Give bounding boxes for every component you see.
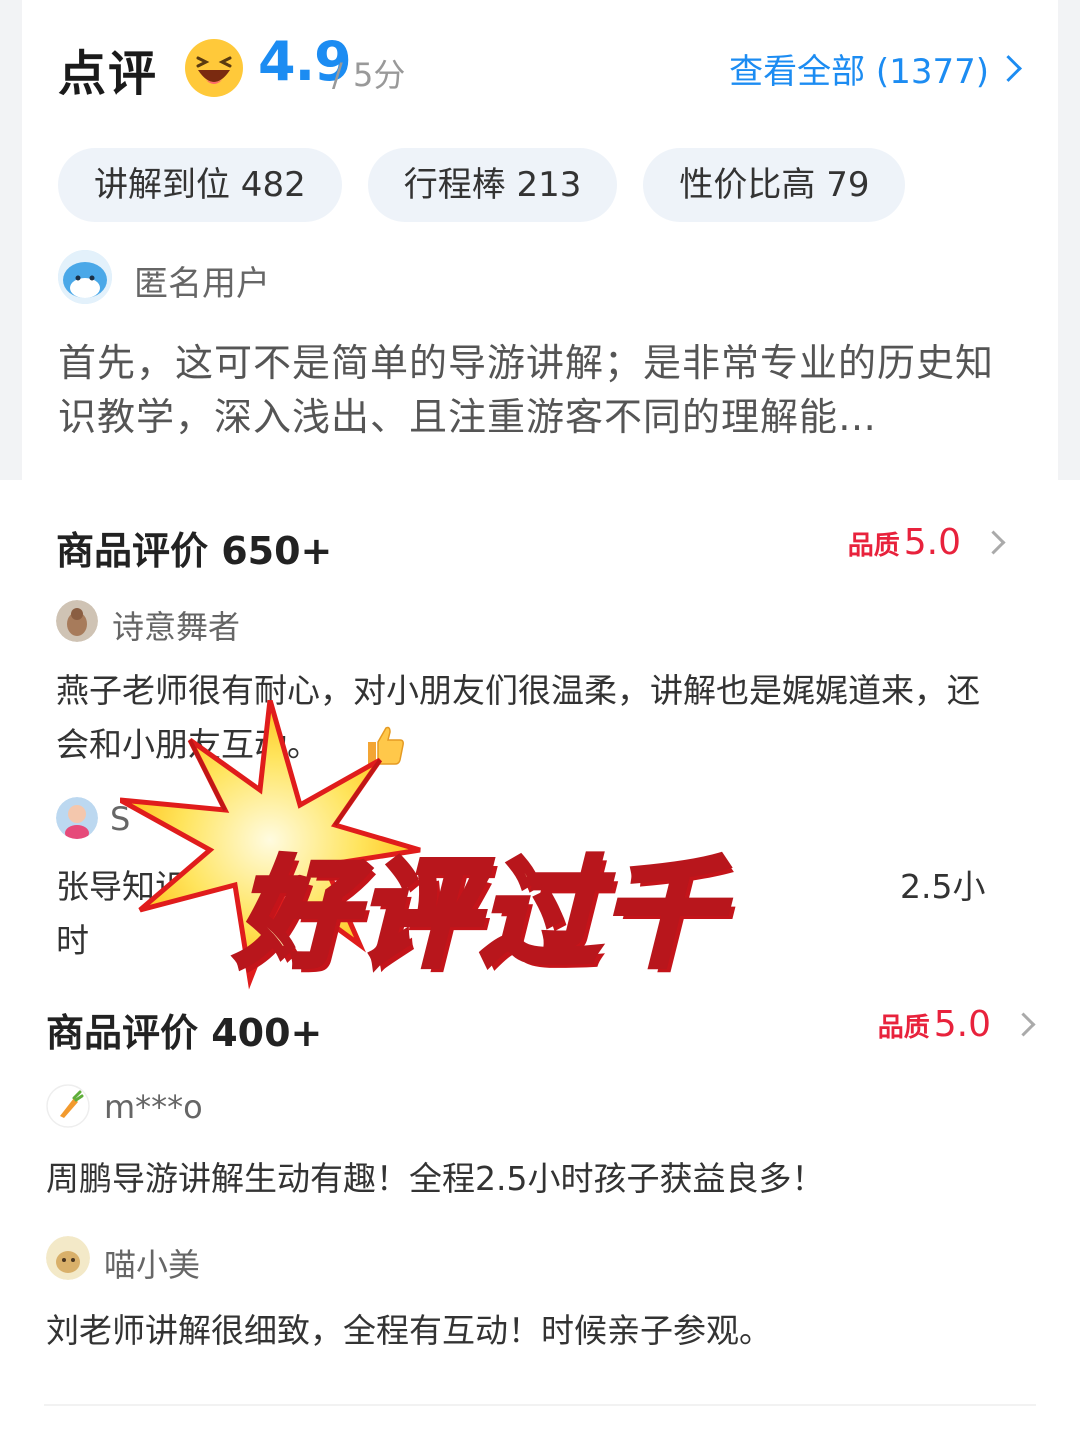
tag-chip[interactable]: 行程棒 213 (367, 148, 618, 222)
review-section-title: 点评 (58, 46, 159, 102)
quality-value: 5.0 (903, 522, 961, 563)
chevron-right-icon (981, 530, 1006, 555)
user-avatar (56, 600, 98, 642)
review-text[interactable]: 刘老师讲解很细致，全程有互动！时候亲子参观。 (46, 1304, 1036, 1358)
product-review-title: 商品评价 400+ (46, 1011, 323, 1055)
anonymous-avatar (58, 250, 112, 304)
product-review-title: 商品评价 650+ (56, 529, 333, 573)
quality-label: 品质 (847, 531, 900, 561)
quality-score-link[interactable]: 品质 5.0 (877, 1004, 1036, 1045)
chevron-right-icon (995, 55, 1022, 82)
review-summary-card: 点评 4.9 / 5分 查看全部 (1377) 讲解到位 482 行程棒 213… (22, 0, 1058, 480)
user-avatar (46, 1084, 90, 1128)
review-text[interactable]: 周鹏导游讲解生动有趣！全程2.5小时孩子获益良多！ (46, 1152, 1036, 1206)
chevron-right-icon (1011, 1012, 1036, 1037)
top-background: 点评 4.9 / 5分 查看全部 (1377) 讲解到位 482 行程棒 213… (0, 0, 1080, 480)
review-user-name: m***o (104, 1088, 203, 1126)
quality-value: 5.0 (933, 1004, 991, 1045)
laughing-emoji-icon (185, 39, 243, 97)
review-text-line2: 时 (56, 921, 89, 960)
tag-chip[interactable]: 讲解到位 482 (58, 148, 342, 222)
review-text[interactable]: 首先，这可不是简单的导游讲解；是非常专业的历史知识教学，深入浅出、且注重游客不同… (58, 336, 1018, 444)
rating-max: / 5分 (332, 56, 406, 94)
user-avatar (46, 1236, 90, 1280)
promo-banner-text: 好评过千 (233, 842, 725, 986)
review-user-name: 喵小美 (104, 1246, 201, 1284)
tag-chip[interactable]: 性价比高 79 (643, 148, 906, 222)
review-tags: 讲解到位 482 行程棒 213 性价比高 79 (58, 148, 906, 222)
view-all-link[interactable]: 查看全部 (1377) (729, 44, 1022, 93)
view-all-label: 查看全部 (1377) (729, 52, 989, 92)
quality-label: 品质 (877, 1013, 930, 1043)
divider (44, 1404, 1036, 1406)
user-avatar (56, 797, 98, 839)
review-user-name: 诗意舞者 (112, 608, 241, 646)
review-user-name: 匿名用户 (134, 264, 270, 304)
quality-score-link[interactable]: 品质 5.0 (847, 522, 1006, 563)
